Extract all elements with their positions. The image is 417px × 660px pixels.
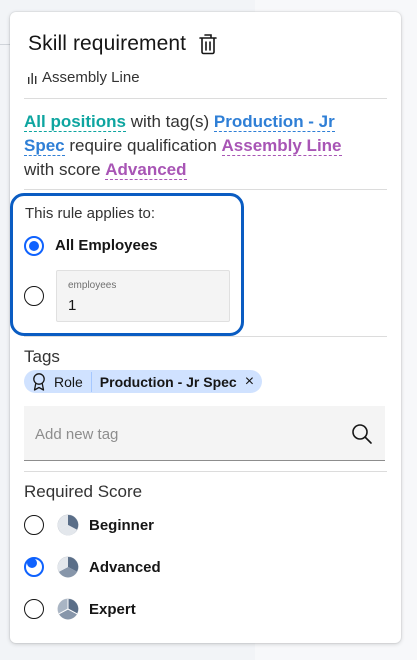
- tag-pill[interactable]: Role Production - Jr Spec ×: [24, 370, 263, 393]
- score-option-beginner[interactable]: Beginner: [24, 513, 154, 537]
- expert-label[interactable]: Expert: [89, 601, 136, 618]
- divider: [24, 336, 387, 337]
- subtitle-text: Assembly Line: [42, 69, 140, 86]
- score-option-expert[interactable]: Expert: [24, 597, 136, 621]
- advanced-level-icon: [56, 555, 80, 579]
- tag-type: Role: [30, 371, 92, 392]
- beginner-label[interactable]: Beginner: [89, 517, 154, 534]
- remove-tag-icon[interactable]: ×: [245, 373, 254, 390]
- required-score-label: Required Score: [24, 482, 143, 501]
- search-icon[interactable]: [351, 423, 373, 445]
- add-tag-field[interactable]: [24, 406, 385, 461]
- beginner-level-icon: [56, 513, 80, 537]
- summary-qualification[interactable]: Assembly Line: [221, 136, 342, 156]
- employees-input-value[interactable]: 1: [68, 297, 76, 314]
- panel-header: Skill requirement: [28, 32, 218, 56]
- advanced-label[interactable]: Advanced: [89, 559, 161, 576]
- employees-count-radio[interactable]: [24, 286, 44, 306]
- panel-subtitle: Assembly Line: [26, 69, 140, 86]
- rule-summary: All positions with tag(s) Production - J…: [24, 110, 374, 182]
- tag-value: Production - Jr Spec: [99, 373, 237, 390]
- expert-radio[interactable]: [24, 599, 44, 619]
- ribbon-icon: [33, 372, 45, 391]
- employees-input-label: employees: [68, 280, 117, 291]
- summary-text: with score: [24, 160, 106, 179]
- score-option-advanced[interactable]: Advanced: [24, 555, 161, 579]
- all-employees-label[interactable]: All Employees: [55, 237, 158, 254]
- summary-score[interactable]: Advanced: [105, 160, 187, 180]
- add-tag-input[interactable]: [35, 422, 335, 446]
- all-employees-radio[interactable]: [24, 236, 44, 256]
- applies-to-label: This rule applies to:: [25, 205, 156, 222]
- divider: [24, 189, 387, 190]
- panel-title: Skill requirement: [28, 32, 187, 55]
- expert-level-icon: [56, 597, 80, 621]
- background-divider: [0, 44, 10, 45]
- trash-icon[interactable]: [198, 33, 218, 55]
- beginner-radio[interactable]: [24, 515, 44, 535]
- skill-level-bars-icon: [26, 71, 40, 85]
- summary-text: require qualification: [64, 136, 222, 155]
- applies-to-group: This rule applies to: All Employees empl…: [10, 193, 244, 336]
- summary-scope[interactable]: All positions: [24, 112, 126, 132]
- tag-type-label: Role: [54, 373, 83, 390]
- divider: [24, 98, 387, 99]
- advanced-radio[interactable]: [24, 557, 44, 577]
- summary-text: with tag(s): [126, 112, 214, 131]
- employees-count-input[interactable]: employees 1: [56, 270, 230, 322]
- divider: [24, 471, 387, 472]
- tags-label: Tags: [24, 347, 60, 366]
- skill-requirement-panel: Skill requirement Assembly Line All posi…: [10, 12, 401, 643]
